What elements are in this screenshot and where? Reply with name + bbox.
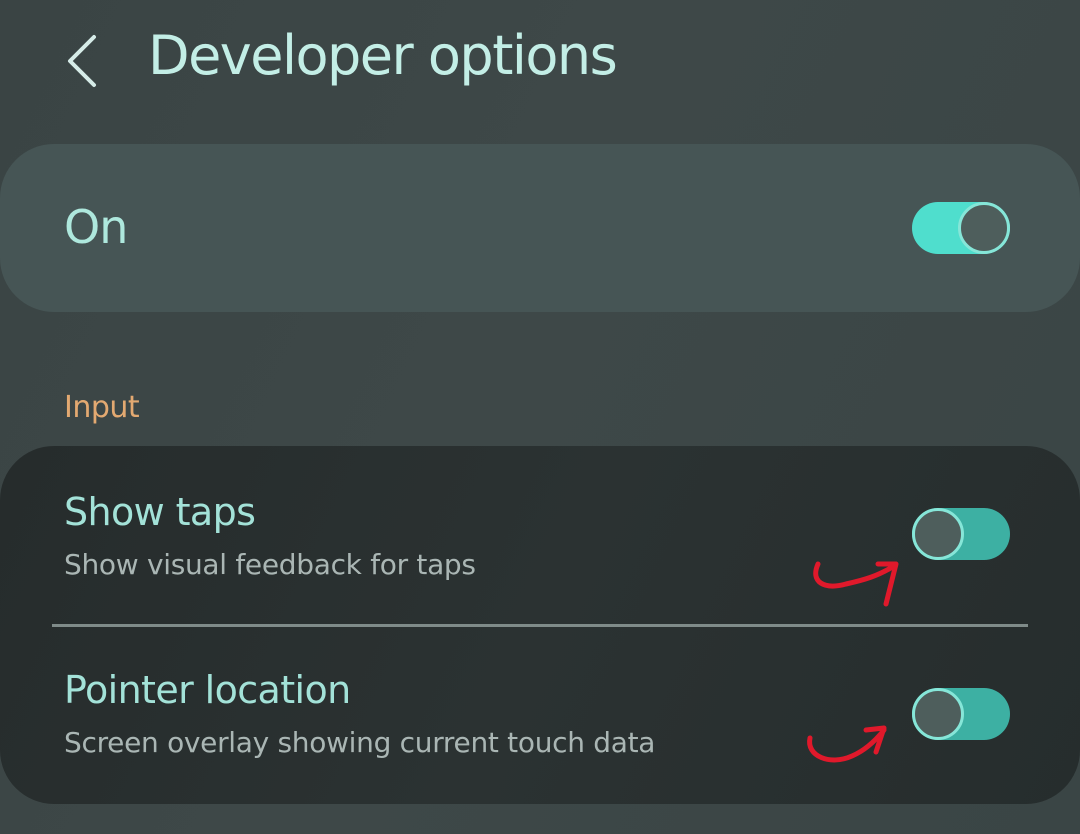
section-label-input: Input: [64, 390, 140, 425]
pointer-location-title: Pointer location: [64, 668, 351, 712]
divider: [52, 624, 1028, 627]
toggle-knob: [912, 688, 964, 740]
toggle-knob: [912, 508, 964, 560]
master-switch-label: On: [64, 200, 128, 254]
chevron-left-icon[interactable]: [62, 33, 106, 89]
page-title: Developer options: [148, 24, 618, 87]
pointer-location-toggle[interactable]: [912, 688, 1010, 740]
show-taps-title: Show taps: [64, 490, 256, 534]
red-curved-arrow-icon: [807, 725, 887, 763]
show-taps-subtitle: Show visual feedback for taps: [64, 548, 476, 581]
red-curved-arrow-icon: [813, 561, 899, 607]
master-toggle[interactable]: [912, 202, 1010, 254]
app-bar: Developer options: [0, 0, 1080, 125]
toggle-knob: [958, 202, 1010, 254]
show-taps-toggle[interactable]: [912, 508, 1010, 560]
pointer-location-subtitle: Screen overlay showing current touch dat…: [64, 726, 656, 759]
